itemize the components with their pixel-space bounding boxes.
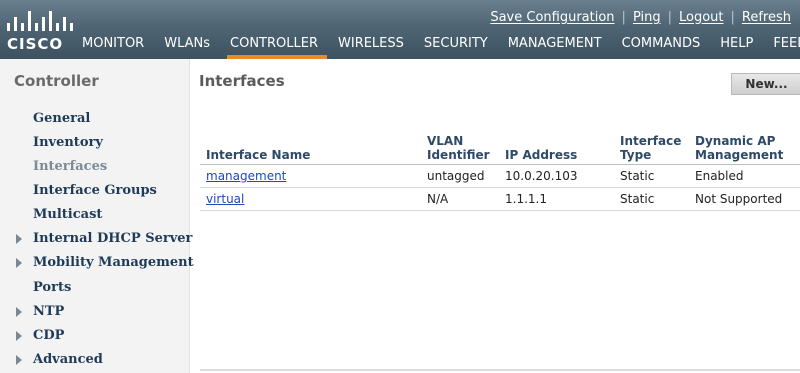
nav-wireless[interactable]: WIRELESS	[338, 36, 404, 54]
column-header-ip-address: IP Address	[505, 148, 578, 162]
table-row: management untagged 10.0.20.103 Static E…	[200, 165, 800, 188]
nav-commands[interactable]: COMMANDS	[622, 36, 701, 54]
column-header-dynamic-ap-management: Dynamic AP Management	[695, 134, 784, 162]
expand-arrow-icon[interactable]	[16, 258, 22, 268]
sidebar-item-internal-dhcp-server[interactable]: Internal DHCP Server	[33, 231, 192, 246]
table-row: virtual N/A 1.1.1.1 Static Not Supported	[200, 188, 800, 211]
top-header: CISCO Save Configuration | Ping | Logout…	[0, 0, 800, 59]
logout-link[interactable]: Logout	[679, 10, 724, 25]
cisco-logo-icon	[7, 11, 73, 31]
nav-monitor[interactable]: MONITOR	[82, 36, 144, 54]
page-title: Interfaces	[199, 72, 285, 90]
sidebar-title: Controller	[14, 72, 99, 90]
ip-address-cell: 10.0.20.103	[505, 169, 578, 183]
active-tab-indicator	[227, 55, 327, 59]
sidebar-item-advanced[interactable]: Advanced	[33, 352, 103, 367]
column-header-interface-type: Interface Type	[620, 134, 682, 162]
sidebar-item-ports[interactable]: Ports	[33, 280, 71, 295]
separator: |	[730, 9, 735, 25]
sidebar-item-general[interactable]: General	[33, 111, 90, 126]
interface-type-cell: Static	[620, 192, 655, 206]
cisco-logo-text: CISCO	[7, 35, 64, 53]
separator: |	[667, 9, 672, 25]
ping-link[interactable]: Ping	[633, 10, 661, 25]
content-bottom-border	[200, 369, 800, 371]
nav-controller[interactable]: CONTROLLER	[230, 36, 318, 54]
save-configuration-link[interactable]: Save Configuration	[490, 10, 614, 25]
sidebar-item-multicast[interactable]: Multicast	[33, 207, 102, 222]
sidebar-item-interfaces[interactable]: Interfaces	[33, 159, 107, 174]
sidebar-item-mobility-management[interactable]: Mobility Management	[33, 255, 194, 270]
ip-address-cell: 1.1.1.1	[505, 192, 547, 206]
dynamic-ap-management-cell: Not Supported	[695, 192, 783, 206]
sidebar-item-interface-groups[interactable]: Interface Groups	[33, 183, 157, 198]
refresh-link[interactable]: Refresh	[742, 10, 791, 25]
sidebar-item-ntp[interactable]: NTP	[33, 304, 64, 319]
nav-wlans[interactable]: WLANs	[164, 36, 210, 54]
interface-type-cell: Static	[620, 169, 655, 183]
utility-links: Save Configuration | Ping | Logout | Ref…	[490, 8, 791, 26]
sidebar-item-cdp[interactable]: CDP	[33, 328, 64, 343]
interface-name-link[interactable]: management	[206, 169, 286, 183]
column-header-vlan-identifier: VLAN Identifier	[427, 134, 490, 162]
separator: |	[621, 9, 626, 25]
sidebar-item-inventory[interactable]: Inventory	[33, 135, 103, 150]
expand-arrow-icon[interactable]	[16, 307, 22, 317]
vlan-identifier-cell: N/A	[427, 192, 449, 206]
nav-security[interactable]: SECURITY	[424, 36, 488, 54]
dynamic-ap-management-cell: Enabled	[695, 169, 744, 183]
new-button[interactable]: New...	[731, 73, 800, 95]
column-header-interface-name: Interface Name	[206, 148, 311, 162]
main-nav: MONITOR WLANs CONTROLLER WIRELESS SECURI…	[82, 36, 800, 54]
nav-feedback[interactable]: FEED	[773, 36, 800, 54]
expand-arrow-icon[interactable]	[16, 331, 22, 341]
nav-help[interactable]: HELP	[720, 36, 753, 54]
expand-arrow-icon[interactable]	[16, 234, 22, 244]
vlan-identifier-cell: untagged	[427, 169, 485, 183]
nav-management[interactable]: MANAGEMENT	[508, 36, 602, 54]
interface-name-link[interactable]: virtual	[206, 192, 244, 206]
expand-arrow-icon[interactable]	[16, 355, 22, 365]
